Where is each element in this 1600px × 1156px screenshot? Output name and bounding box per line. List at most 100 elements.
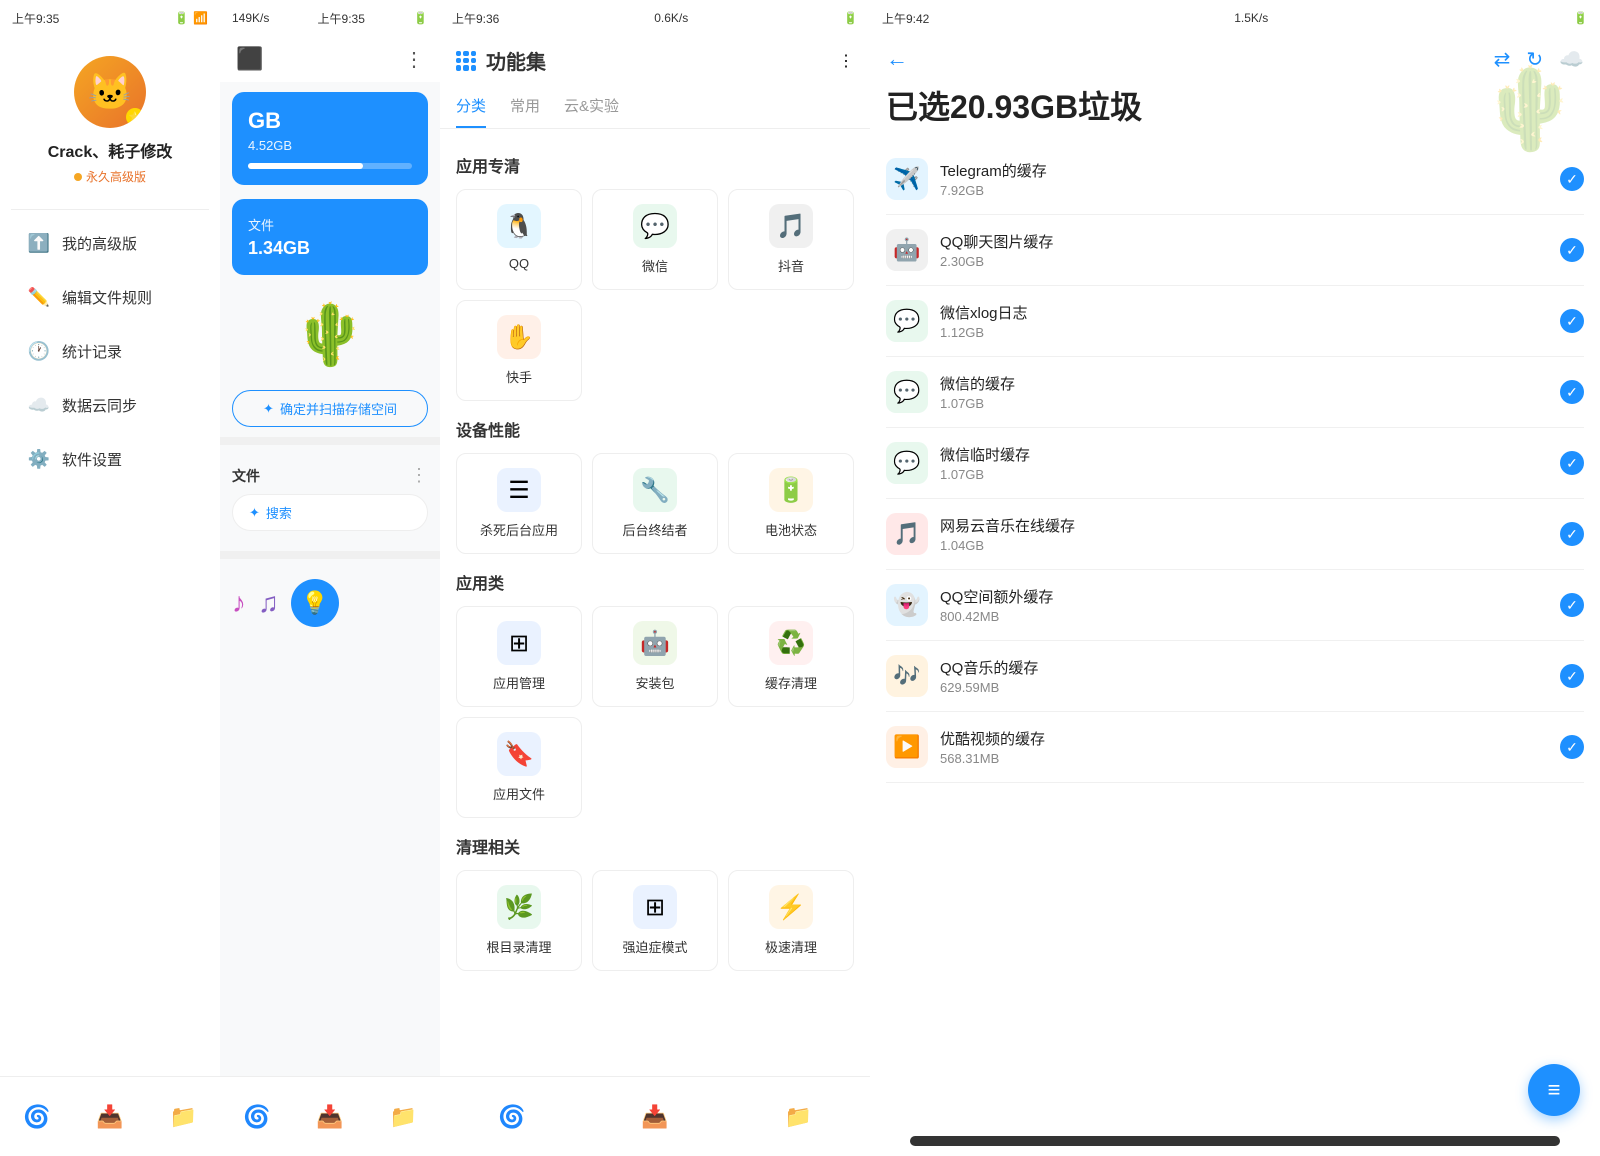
clean-fab-button[interactable]: ≡ [1528,1064,1580,1116]
nav-clean-3[interactable]: 🌀 [498,1104,525,1130]
feature-grid-apps: ⊞ 应用管理 🤖 安装包 ♻️ 缓存清理 🔖 应用文件 [456,606,854,818]
tab-common[interactable]: 常用 [510,85,540,128]
check-wechat-cache[interactable]: ✓ [1560,380,1584,404]
menu-label-vip: 我的高级版 [62,233,137,254]
terminator-icon: 🔧 [633,468,677,512]
badge-dot [74,173,82,181]
scan-button[interactable]: ✦ 确定并扫描存储空间 [232,390,428,427]
nav-save-2[interactable]: 📥 [316,1104,343,1130]
battery-icon-4: 🔋 [1573,11,1588,25]
bottom-nav-2: 🌀 📥 📁 [220,1076,440,1156]
nav-folder-2[interactable]: 📁 [390,1104,417,1130]
clean-icon-1: 🌀 [23,1104,50,1130]
check-netease[interactable]: ✓ [1560,522,1584,546]
feature-kill[interactable]: ☰ 杀死后台应用 [456,453,582,554]
scan-sparkle-icon: ✦ [263,401,274,417]
qq-space-app-icon: 👻 [886,584,928,626]
grid-icon [456,51,476,71]
junk-info-qq-music: QQ音乐的缓存 629.59MB [940,657,1548,695]
menu-item-stats[interactable]: 🕐 统计记录 [16,326,204,376]
feature-appmanager[interactable]: ⊞ 应用管理 [456,606,582,707]
check-telegram[interactable]: ✓ [1560,167,1584,191]
menu-item-vip[interactable]: ⬆️ 我的高级版 [16,218,204,268]
junk-item-wechat-xlog[interactable]: 💬 微信xlog日志 1.12GB ✓ [886,286,1584,357]
storage-gb2: 1.34GB [248,238,412,259]
folder-icon-2: 📁 [390,1104,417,1130]
menu-list: ⬆️ 我的高级版 ✏️ 编辑文件规则 🕐 统计记录 ☁️ 数据云同步 ⚙️ 软件… [0,218,220,484]
nav-save-3[interactable]: 📥 [641,1104,668,1130]
search-sparkle-icon: ✦ [249,505,260,521]
nav-folder-1[interactable]: 📁 [170,1104,197,1130]
feature-kuaishou[interactable]: ✋ 快手 [456,300,582,401]
feature-douyin[interactable]: 🎵 抖音 [728,189,854,290]
status-icons-1: 🔋 📶 [174,11,208,25]
junk-list: ✈️ Telegram的缓存 7.92GB ✓ 🤖 QQ聊天图片缓存 2.30G… [870,144,1600,1056]
menu-item-sync[interactable]: ☁️ 数据云同步 [16,380,204,430]
check-wechat-temp[interactable]: ✓ [1560,451,1584,475]
junk-item-netease[interactable]: 🎵 网易云音乐在线缓存 1.04GB ✓ [886,499,1584,570]
appfiles-label: 应用文件 [493,784,545,803]
battery-icon-feat: 🔋 [769,468,813,512]
feature-apk[interactable]: 🤖 安装包 [592,606,718,707]
junk-item-telegram[interactable]: ✈️ Telegram的缓存 7.92GB ✓ [886,144,1584,215]
kuaishou-icon: ✋ [497,315,541,359]
feature-cache[interactable]: ♻️ 缓存清理 [728,606,854,707]
clean-icon-3: 🌀 [498,1104,525,1130]
section-title-device: 设备性能 [456,417,854,441]
appmanager-icon: ⊞ [497,621,541,665]
back-button[interactable]: ← [886,46,908,72]
check-youku[interactable]: ✓ [1560,735,1584,759]
junk-item-youku[interactable]: ▶️ 优酷视频的缓存 568.31MB ✓ [886,712,1584,783]
panel-profile: 上午9:35 🔋 📶 🐱 ⭐ Crack、耗子修改 永久高级版 ⬆️ 我的高级版… [0,0,220,1156]
panel3-title: 功能集 [486,46,546,75]
feature-dir[interactable]: 🌿 根目录清理 [456,870,582,971]
junk-total-title: 已选20.93GB垃圾 [886,82,1142,128]
search-button[interactable]: ✦ 搜索 [232,494,428,531]
junk-item-wechat-cache[interactable]: 💬 微信的缓存 1.07GB ✓ [886,357,1584,428]
more-icon-files[interactable]: ⋮ [410,465,428,486]
tab-cloud[interactable]: 云&实验 [564,85,619,128]
nav-clean-2[interactable]: 🌀 [243,1104,270,1130]
bottom-nav-1: 🌀 📥 📁 [0,1076,220,1156]
fast-icon: ⚡ [769,885,813,929]
avatar: 🐱 ⭐ [74,56,146,128]
music-note-icon-2: ♫ [258,587,279,619]
junk-item-qq-space[interactable]: 👻 QQ空间额外缓存 800.42MB ✓ [886,570,1584,641]
status-bar-3: 上午9:36 0.6K/s 🔋 [440,0,870,36]
feature-grid-device: ☰ 杀死后台应用 🔧 后台终结者 🔋 电池状态 [456,453,854,554]
time-4: 上午9:42 [882,10,929,27]
rules-icon: ✏️ [28,286,50,308]
more-icon-2[interactable]: ⋮ [404,47,424,72]
menu-label-stats: 统计记录 [62,341,122,362]
feature-appfiles[interactable]: 🔖 应用文件 [456,717,582,818]
junk-item-wechat-temp[interactable]: 💬 微信临时缓存 1.07GB ✓ [886,428,1584,499]
feature-fast[interactable]: ⚡ 极速清理 [728,870,854,971]
check-qq-space[interactable]: ✓ [1560,593,1584,617]
nav-clean-1[interactable]: 🌀 [23,1104,50,1130]
feature-ocd[interactable]: ⊞ 强迫症模式 [592,870,718,971]
junk-item-qq-music[interactable]: 🎶 QQ音乐的缓存 629.59MB ✓ [886,641,1584,712]
feature-terminator[interactable]: 🔧 后台终结者 [592,453,718,554]
speed-3: 0.6K/s [654,11,688,25]
nav-folder-3[interactable]: 📁 [785,1104,812,1130]
feature-battery[interactable]: 🔋 电池状态 [728,453,854,554]
check-qq-music[interactable]: ✓ [1560,664,1584,688]
cache-icon: ♻️ [769,621,813,665]
clean-icon-2: 🌀 [243,1104,270,1130]
bottom-nav-3: 🌀 📥 📁 [440,1076,870,1156]
tab-category[interactable]: 分类 [456,85,486,128]
wechat-cache-app-icon: 💬 [886,371,928,413]
junk-item-qq-chat[interactable]: 🤖 QQ聊天图片缓存 2.30GB ✓ [886,215,1584,286]
feature-wechat[interactable]: 💬 微信 [592,189,718,290]
storage-detail: 4.52GB [248,138,412,153]
fab-button-2[interactable]: 💡 [291,579,339,627]
check-qq-chat[interactable]: ✓ [1560,238,1584,262]
menu-item-settings[interactable]: ⚙️ 软件设置 [16,434,204,484]
speed-4: 1.5K/s [1234,11,1268,25]
more-icon-3[interactable]: ⋮ [838,51,854,71]
nav-save-1[interactable]: 📥 [96,1104,123,1130]
feature-qq[interactable]: 🐧 QQ [456,189,582,290]
check-wechat-xlog[interactable]: ✓ [1560,309,1584,333]
menu-item-rules[interactable]: ✏️ 编辑文件规则 [16,272,204,322]
folder-icon-3: 📁 [785,1104,812,1130]
